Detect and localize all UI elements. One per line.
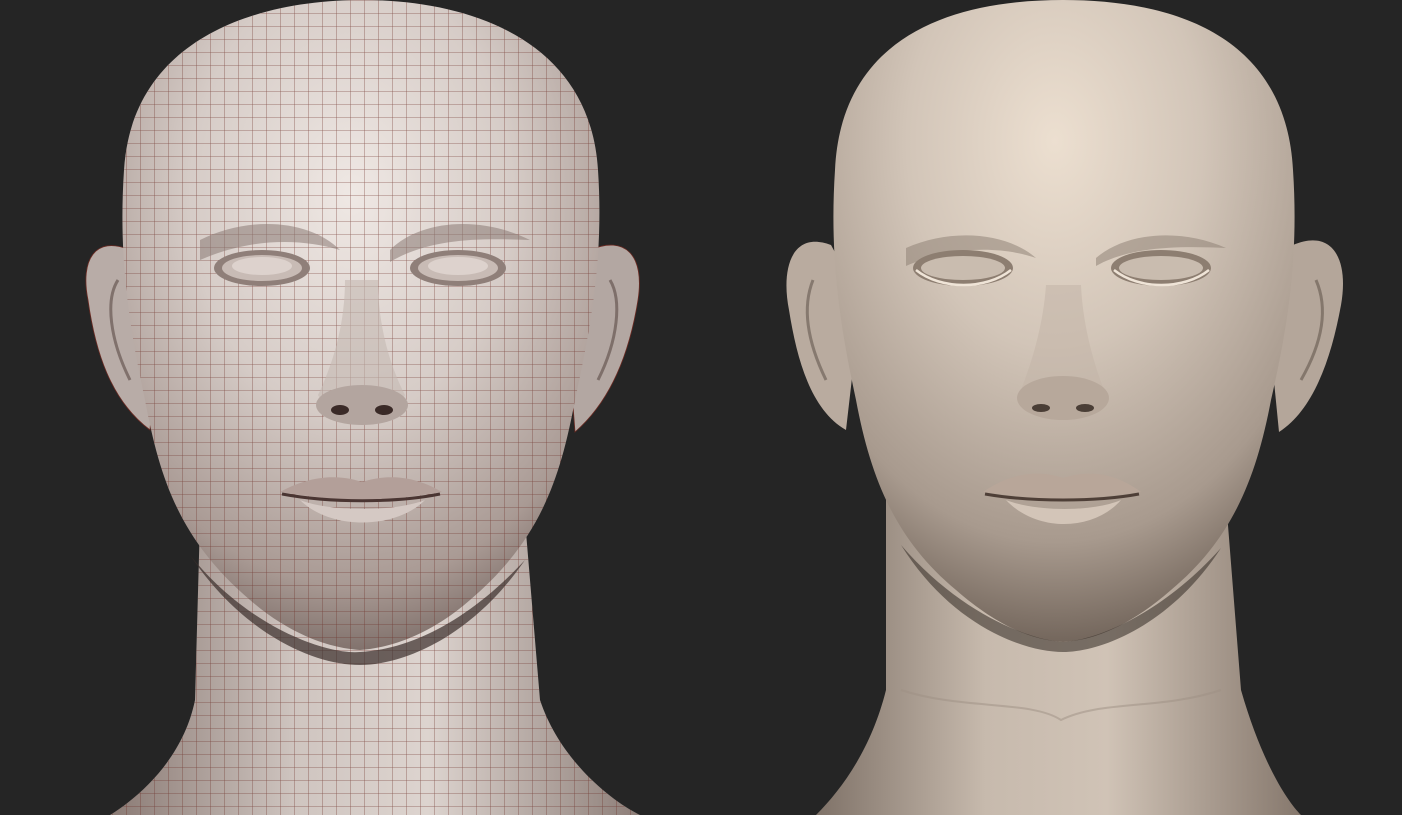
sculpt-eye-right: [1111, 250, 1211, 287]
sculpted-head-render: [701, 0, 1402, 815]
sculpted-head-svg: [786, 0, 1343, 815]
wireframe-head-render: [0, 0, 701, 815]
wire-eye-right: [410, 250, 506, 286]
render-viewport: [0, 0, 1402, 815]
sculpt-eye-left: [913, 250, 1013, 287]
wireframe-head-svg: [85, 0, 640, 815]
wire-eye-left: [214, 250, 310, 286]
